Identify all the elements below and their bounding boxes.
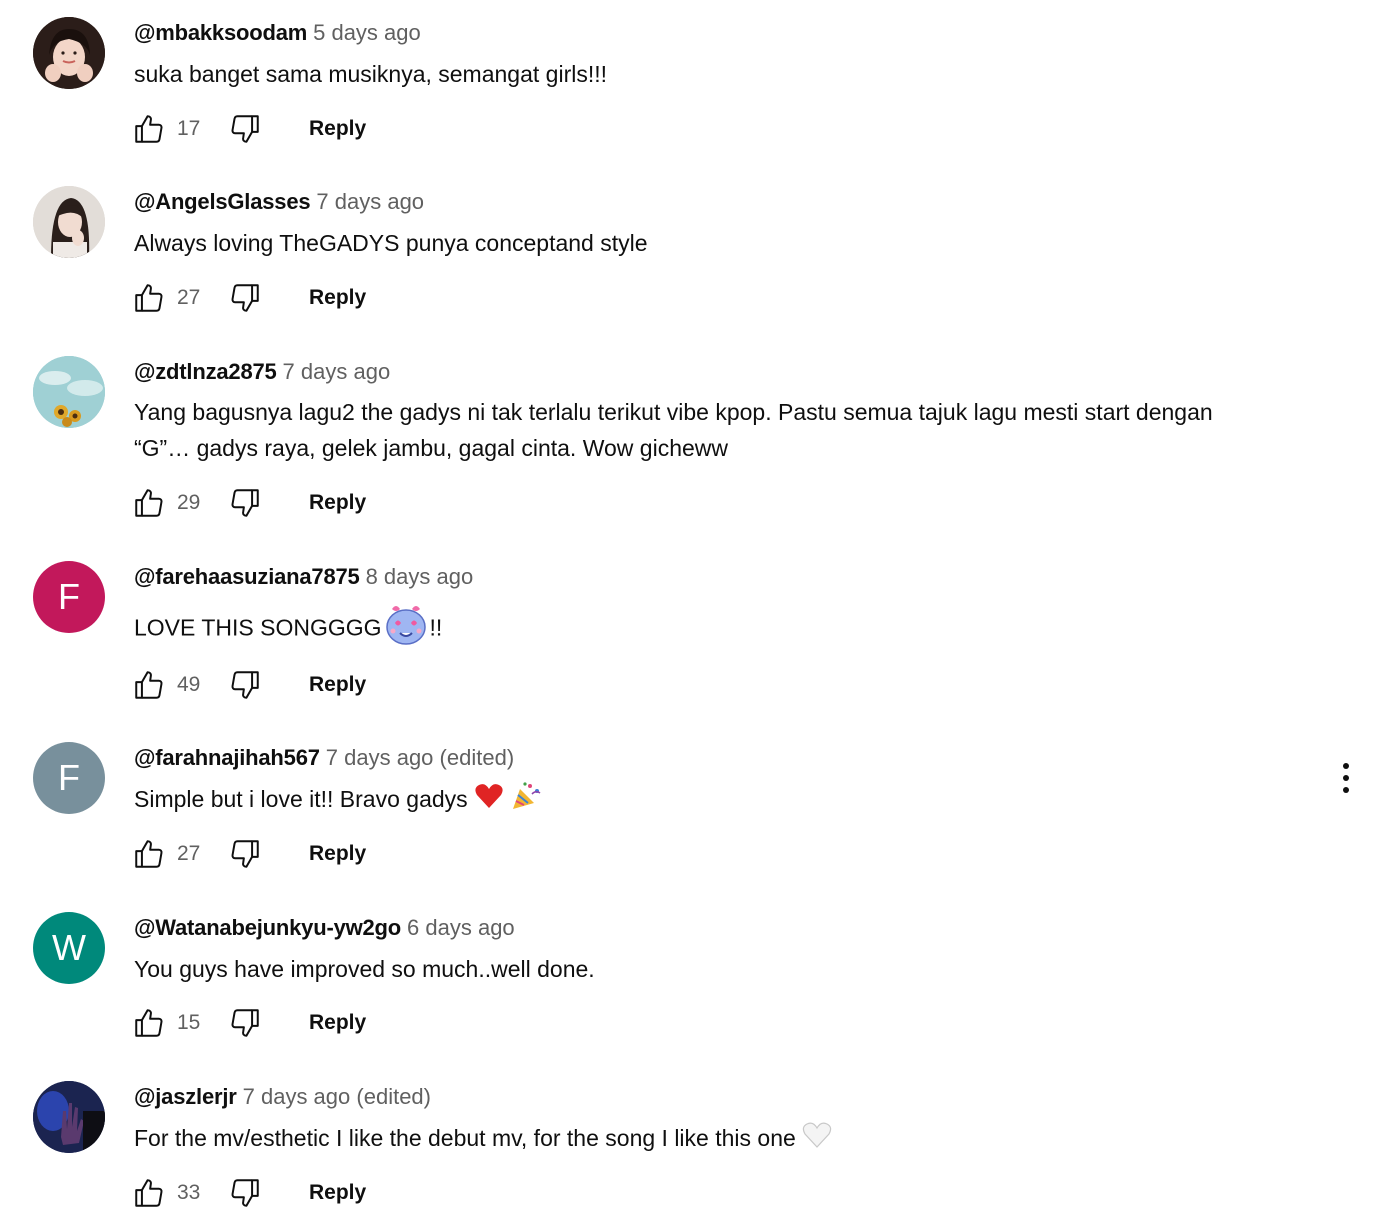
reply-button[interactable]: Reply <box>309 671 366 699</box>
comment-timestamp[interactable]: 7 days ago <box>316 189 424 214</box>
avatar-letter: F <box>58 757 80 798</box>
thumbs-up-icon <box>135 1179 163 1207</box>
avatar[interactable] <box>33 1081 105 1153</box>
avatar[interactable] <box>33 356 105 428</box>
like-count: 15 <box>177 1011 201 1034</box>
thumbs-down-icon <box>231 1179 259 1207</box>
comment-header: @farahnajihah567 7 days ago (edited) <box>134 744 514 772</box>
thumbs-up-icon <box>135 1009 163 1037</box>
dislike-button[interactable] <box>224 834 266 874</box>
avatar-letter: W <box>52 927 86 968</box>
reply-button[interactable]: Reply <box>309 489 366 517</box>
like-button[interactable] <box>128 1173 170 1213</box>
comment-text: suka banget sama musiknya, semangat girl… <box>134 61 608 87</box>
like-count: 49 <box>177 673 201 696</box>
more-vertical-icon <box>1343 763 1349 793</box>
comment-text: Always loving TheGADYS punya conceptand … <box>134 230 648 256</box>
avatar[interactable]: F <box>33 742 105 814</box>
party-popper-emoji-icon <box>510 781 542 821</box>
like-count: 17 <box>177 117 201 140</box>
comment-timestamp[interactable]: 8 days ago <box>366 564 474 589</box>
thumbs-down-icon <box>231 1009 259 1037</box>
author-name[interactable]: @Watanabejunkyu-yw2go <box>134 915 401 940</box>
comment-timestamp[interactable]: 5 days ago <box>313 20 421 45</box>
comment-text-part: For the mv/esthetic I like the debut mv,… <box>134 1125 803 1151</box>
thumbs-up-icon <box>135 284 163 312</box>
dislike-button[interactable] <box>224 665 266 705</box>
reply-button[interactable]: Reply <box>309 840 366 868</box>
comment-text: For the mv/esthetic I like the debut mv,… <box>134 1120 1244 1159</box>
author-name[interactable]: @mbakksoodam <box>134 20 307 45</box>
reply-button[interactable]: Reply <box>309 1009 366 1037</box>
reply-button[interactable]: Reply <box>309 115 366 143</box>
comment-text: You guys have improved so much..well don… <box>134 956 595 982</box>
comment-header: @zdtlnza2875 7 days ago <box>134 358 390 386</box>
like-button[interactable] <box>128 834 170 874</box>
comment-timestamp[interactable]: 7 days ago <box>326 745 434 770</box>
comment-text: LOVE THIS SONGGGG !! <box>134 601 1244 658</box>
comment-timestamp[interactable]: 7 days ago <box>243 1084 351 1109</box>
author-name[interactable]: @jaszlerjr <box>134 1084 237 1109</box>
thumbs-up-icon <box>135 840 163 868</box>
comment-header: @jaszlerjr 7 days ago (edited) <box>134 1083 431 1111</box>
author-name[interactable]: @zdtlnza2875 <box>134 359 277 384</box>
thumbs-down-icon <box>231 115 259 143</box>
comment-header: @Watanabejunkyu-yw2go 6 days ago <box>134 914 515 942</box>
girl-portrait-icon <box>33 186 105 258</box>
avatar-letter: F <box>58 576 80 617</box>
comment-text-part: LOVE THIS SONGGGG <box>134 614 382 641</box>
edited-label: (edited) <box>439 745 515 770</box>
thumbs-down-icon <box>231 840 259 868</box>
dislike-button[interactable] <box>224 1173 266 1213</box>
like-count: 27 <box>177 842 201 865</box>
dislike-button[interactable] <box>224 1003 266 1043</box>
thumbs-up-icon <box>135 115 163 143</box>
avatar[interactable] <box>33 17 105 89</box>
comment-text-part: !! <box>429 614 443 641</box>
thumbs-up-icon <box>135 671 163 699</box>
dislike-button[interactable] <box>224 483 266 523</box>
avatar[interactable]: F <box>33 561 105 633</box>
comment-text-part: Simple but i love it!! Bravo gadys <box>134 786 475 813</box>
avatar[interactable] <box>33 186 105 258</box>
comment-timestamp[interactable]: 7 days ago <box>283 359 391 384</box>
like-button[interactable] <box>128 1003 170 1043</box>
edited-label: (edited) <box>356 1084 431 1109</box>
comment-header: @mbakksoodam 5 days ago <box>134 19 421 47</box>
author-name[interactable]: @farahnajihah567 <box>134 745 320 770</box>
sky-sunflowers-icon <box>33 356 105 428</box>
like-button[interactable] <box>128 109 170 149</box>
avatar[interactable]: W <box>33 912 105 984</box>
like-button[interactable] <box>128 665 170 705</box>
thumbs-down-icon <box>231 489 259 517</box>
author-name[interactable]: @farehaasuziana7875 <box>134 564 360 589</box>
dislike-button[interactable] <box>224 109 266 149</box>
like-button[interactable] <box>128 483 170 523</box>
like-button[interactable] <box>128 278 170 318</box>
dislike-button[interactable] <box>224 278 266 318</box>
thumbs-down-icon <box>231 284 259 312</box>
comment-header: @farehaasuziana7875 8 days ago <box>134 563 473 591</box>
like-count: 27 <box>177 286 201 309</box>
heart-eyes-ghost-emoji-icon <box>382 601 430 658</box>
dark-hand-photo-icon <box>33 1081 105 1153</box>
comment-timestamp[interactable]: 6 days ago <box>407 915 515 940</box>
comment-text: Yang bagusnya lagu2 the gadys ni tak ter… <box>134 399 1213 461</box>
reply-button[interactable]: Reply <box>309 1179 366 1207</box>
thumbs-down-icon <box>231 671 259 699</box>
comment-header: @AngelsGlasses 7 days ago <box>134 188 424 216</box>
red-heart-emoji-icon <box>474 782 504 820</box>
thumbs-up-icon <box>135 489 163 517</box>
like-count: 33 <box>177 1181 201 1204</box>
comment-text: Simple but i love it!! Bravo gadys <box>134 781 1244 821</box>
like-count: 29 <box>177 491 201 514</box>
girl-portrait-icon <box>33 17 105 89</box>
comment-menu-button[interactable] <box>1330 760 1362 796</box>
reply-button[interactable]: Reply <box>309 284 366 312</box>
author-name[interactable]: @AngelsGlasses <box>134 189 311 214</box>
white-heart-emoji-icon <box>802 1121 832 1159</box>
